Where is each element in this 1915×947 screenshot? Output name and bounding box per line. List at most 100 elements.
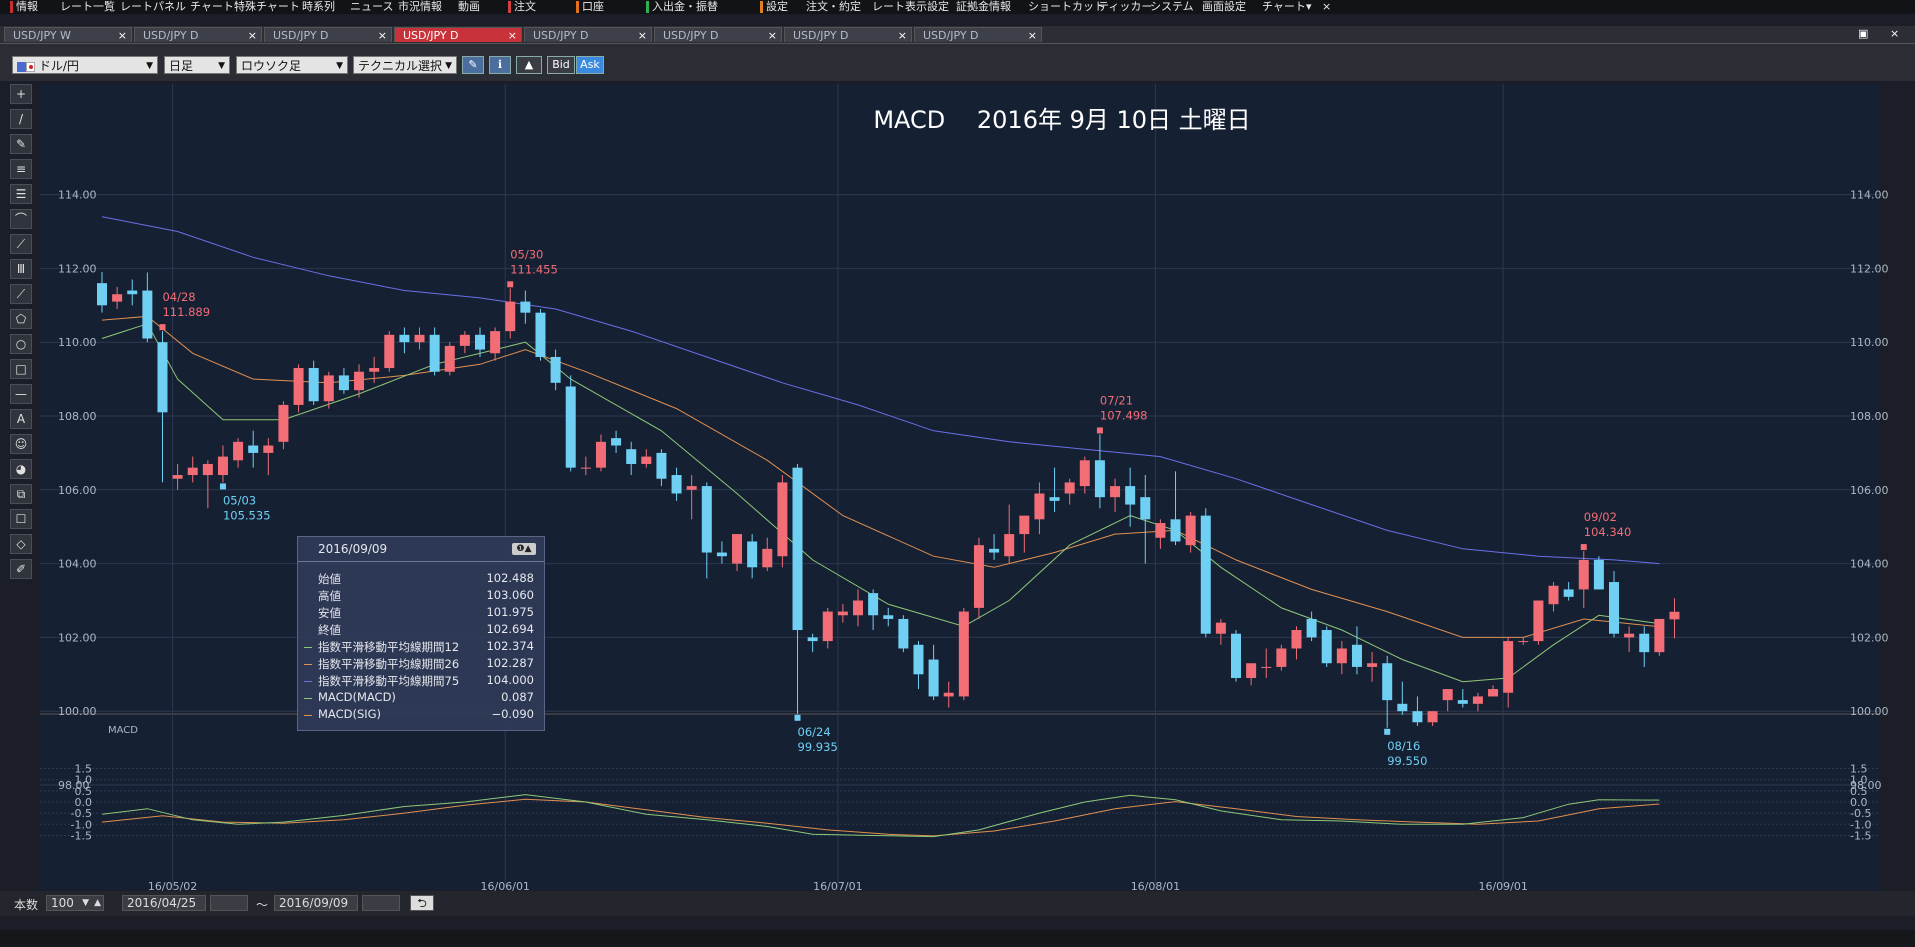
candle-body [656,452,667,479]
candle-body [1624,633,1635,638]
candle-body [853,600,863,616]
candle-body [943,692,954,697]
info-row: MACD(SIG) −0.090 [298,707,544,724]
candle-body [263,445,274,453]
info-row-label: MACD(SIG) [318,707,382,721]
candle-body [112,294,123,302]
candle-body [459,334,470,346]
high-marker [507,281,514,288]
candle-body [1397,703,1408,712]
annotation-value: 99.935 [798,740,838,754]
candle-body [444,345,455,372]
candle-body [1140,497,1151,520]
to-date-input[interactable]: 2016/09/09 [274,895,358,911]
info-row: 始値 102.488 [298,571,544,588]
candle-body [1593,559,1604,590]
candle-body [1004,534,1015,557]
annotation-value: 105.535 [223,508,271,522]
candle-body [1563,589,1574,597]
count-input[interactable]: 100 ▼ ▲ [46,895,104,911]
annotation-value: 111.889 [162,305,210,319]
to-time-input[interactable] [362,895,400,911]
candle-body [172,475,183,479]
info-row-label: 始値 [318,572,341,586]
candle-body [807,637,818,642]
stepper-down-icon[interactable]: ▼ [82,896,89,910]
candle-body [732,534,743,564]
candle-body [1185,515,1196,546]
candle-body [1306,618,1317,638]
candle-body [1019,515,1030,535]
candle-body [580,467,591,469]
info-row-value: 101.975 [486,605,534,619]
candle-body [1079,460,1090,487]
candle-body [611,438,622,446]
y-tick-label-left: 104.00 [58,558,97,571]
candle-body [1231,633,1241,678]
candle-body [1170,519,1181,542]
reset-icon: ⮌ [417,896,427,910]
high-marker [159,324,166,331]
info-row: 終値 102.694 [298,622,544,639]
count-label: 本数 [14,898,39,912]
annotation-date: 08/16 [1387,739,1420,753]
y-tick-label-left: 108.00 [58,410,97,423]
candle-body [490,331,501,354]
candle-body [565,386,576,468]
y-tick-label-left: 114.00 [58,189,97,202]
candle-body [278,404,289,442]
candle-body [716,552,727,557]
candle-body [626,449,637,464]
annotation-date: 07/21 [1100,393,1133,407]
high-marker [1096,427,1103,434]
candle-body [1351,644,1362,667]
info-collapse-icon[interactable]: ❶▲ [512,543,536,555]
stepper-up-icon[interactable]: ▲ [94,896,101,910]
candle-body [157,342,168,413]
candle-body [323,375,334,402]
candle-body [1336,648,1347,664]
info-row-label: 高値 [318,589,341,603]
y-tick-label-left: 102.00 [58,631,97,644]
y-tick-label-right: 104.00 [1850,558,1889,571]
candle-body [1094,460,1105,498]
candle-body [989,548,1000,553]
y-tick-label-left: 106.00 [58,484,97,497]
candle-body [97,283,107,306]
from-time-input[interactable] [210,895,248,911]
candle-body [369,368,380,372]
low-marker [794,714,801,721]
candle-body [475,334,485,350]
annotation-date: 05/03 [223,493,256,507]
macd-tick-left: -1.5 [71,829,92,842]
candle-body [127,290,138,295]
candle-body [1367,663,1378,667]
candle-body [641,456,652,464]
info-row: MACD(MACD) 0.087 [298,690,544,707]
candle-body [898,618,909,649]
from-date-input[interactable]: 2016/04/25 [122,895,206,911]
candle-body [1064,482,1075,494]
info-panel-header: 2016/09/09 ❶▲ [298,537,544,562]
candle-body [1472,696,1483,704]
info-row-value: 103.060 [486,588,534,602]
candle-body [913,644,924,675]
candle-body [1654,618,1665,653]
y-tick-label-right: 102.00 [1850,631,1889,644]
high-marker [1580,544,1587,551]
candle-body [1503,641,1514,693]
info-row-value: −0.090 [491,707,534,721]
reset-range-button[interactable]: ⮌ [410,895,434,911]
y-tick-label-right: 100.00 [1850,705,1889,718]
y-tick-label-left: 110.00 [58,336,97,349]
candle-body [1291,630,1302,649]
candle-body [1639,633,1650,653]
candle-body [1669,611,1680,620]
candle-body [1321,630,1332,664]
candle-body [217,456,228,476]
series-swatch [304,681,312,682]
info-row-value: 104.000 [486,673,534,687]
candle-body [1110,486,1121,498]
candle-body [1548,585,1559,605]
macd-tick-right: -1.5 [1850,829,1871,842]
